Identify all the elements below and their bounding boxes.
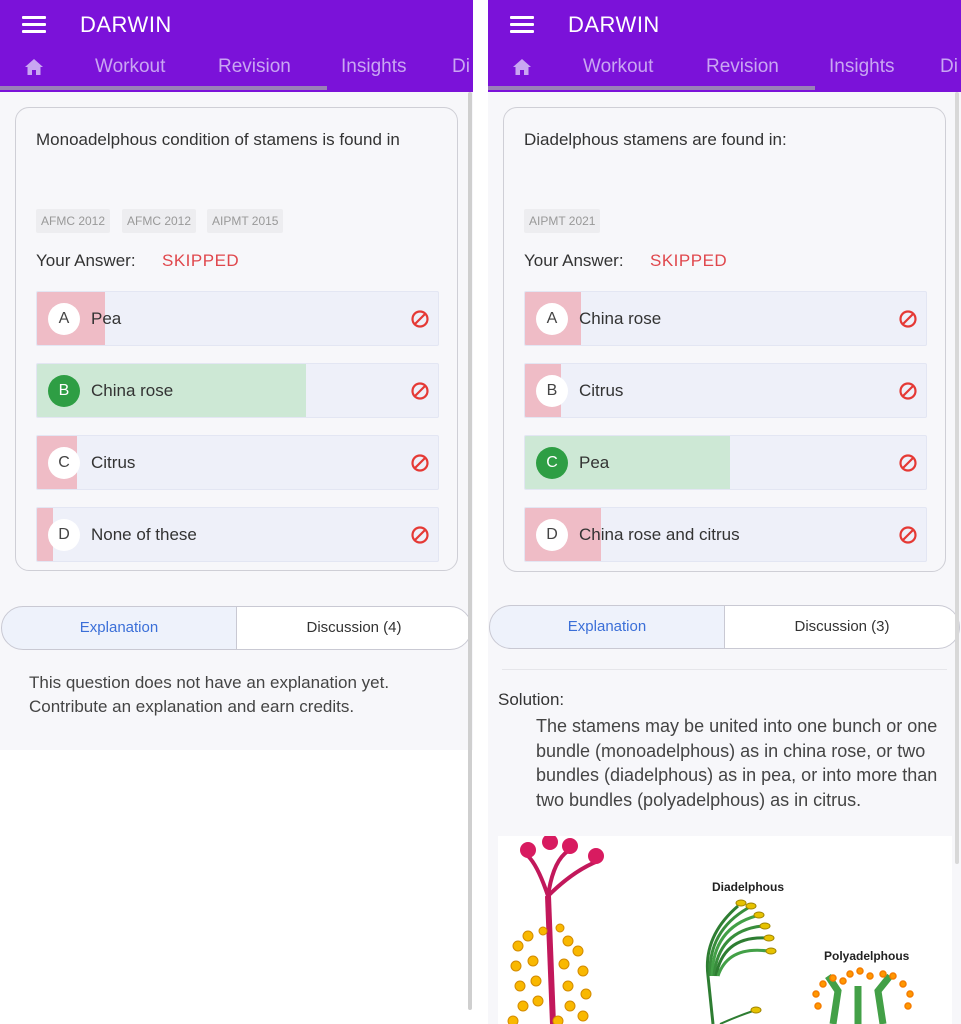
option-d[interactable]: D China rose and citrus [524, 507, 927, 562]
ban-icon [899, 382, 917, 400]
option-letter: A [48, 303, 80, 335]
option-c[interactable]: C Citrus [36, 435, 439, 490]
tab-bar: Workout Revision Insights Di [488, 52, 961, 88]
explanation-text: This question does not have an explanati… [29, 673, 390, 716]
tab-workout[interactable]: Workout [583, 56, 653, 78]
monoadelphous-drawing [507, 836, 604, 1024]
solution-text: The stamens may be united into one bunch… [536, 716, 938, 810]
home-icon[interactable] [24, 58, 44, 76]
option-letter: D [48, 519, 80, 551]
tab-more[interactable]: Di [452, 56, 470, 78]
exam-tag: AFMC 2012 [36, 209, 111, 233]
option-a[interactable]: A China rose [524, 291, 927, 346]
diadelphous-label: Diadelphous [712, 880, 785, 894]
explanation-tab[interactable]: Explanation [489, 605, 725, 649]
tab-indicator [0, 86, 327, 90]
solution-label: Solution: [498, 690, 565, 709]
ban-icon [411, 526, 429, 544]
tab-more[interactable]: Di [940, 56, 958, 78]
ban-icon [899, 526, 917, 544]
app-title: DARWIN [80, 12, 172, 37]
stamen-illustration [507, 836, 914, 1024]
option-letter: A [536, 303, 568, 335]
app-bar: DARWIN Workout Revision Insights Di [488, 0, 961, 92]
right-screen: DARWIN Workout Revision Insights Di Diad… [488, 0, 961, 1024]
option-text: None of these [91, 525, 197, 544]
ban-icon [411, 310, 429, 328]
option-letter: C [48, 447, 80, 479]
option-a[interactable]: A Pea [36, 291, 439, 346]
screen-gap [473, 0, 488, 1024]
polyadelphous-label: Polyadelphous [824, 949, 910, 963]
home-icon[interactable] [512, 58, 532, 76]
option-letter: C [536, 447, 568, 479]
tab-insights[interactable]: Insights [829, 56, 894, 78]
exam-tag: AIPMT 2015 [207, 209, 284, 233]
option-letter: B [48, 375, 80, 407]
your-answer-value: SKIPPED [162, 251, 240, 270]
menu-icon[interactable] [22, 16, 46, 34]
tab-workout[interactable]: Workout [95, 56, 165, 78]
scrollbar[interactable] [468, 92, 472, 1010]
tab-revision[interactable]: Revision [218, 56, 291, 78]
question-card: Monoadelphous condition of stamens is fo… [15, 107, 458, 571]
discussion-tab[interactable]: Discussion (3) [724, 605, 960, 649]
explanation-toggle: Explanation Discussion (4) [0, 606, 473, 650]
ban-icon [899, 310, 917, 328]
ban-icon [411, 382, 429, 400]
menu-icon[interactable] [510, 16, 534, 34]
divider [502, 669, 947, 670]
option-text: Citrus [91, 453, 136, 472]
option-text: China rose and citrus [579, 525, 740, 544]
scrollbar[interactable] [955, 92, 959, 864]
app-title: DARWIN [568, 12, 660, 37]
exam-tag: AFMC 2012 [122, 209, 197, 233]
explanation-toggle: Explanation Discussion (3) [488, 605, 961, 649]
diadelphous-drawing [705, 899, 777, 1024]
question-text: Diadelphous stamens are found in: [524, 130, 787, 149]
left-screen: DARWIN Workout Revision Insights Di Mono… [0, 0, 473, 1024]
polyadelphous-drawing [812, 967, 914, 1024]
option-text: Pea [91, 309, 122, 328]
tab-insights[interactable]: Insights [341, 56, 406, 78]
option-text: China rose [579, 309, 662, 328]
ban-icon [411, 454, 429, 472]
your-answer-value: SKIPPED [650, 251, 728, 270]
tab-bar: Workout Revision Insights Di [0, 52, 473, 88]
option-b[interactable]: B China rose [36, 363, 439, 418]
explanation-tab[interactable]: Explanation [1, 606, 237, 650]
option-c[interactable]: C Pea [524, 435, 927, 490]
option-d[interactable]: D None of these [36, 507, 439, 562]
discussion-tab[interactable]: Discussion (4) [236, 606, 472, 650]
empty-area [0, 750, 473, 1024]
question-card: Diadelphous stamens are found in: AIPMT … [503, 107, 946, 572]
option-text: Pea [579, 453, 610, 472]
your-answer-label: Your Answer: [36, 251, 136, 270]
your-answer-label: Your Answer: [524, 251, 624, 270]
tab-indicator [488, 86, 815, 90]
option-b[interactable]: B Citrus [524, 363, 927, 418]
app-bar: DARWIN Workout Revision Insights Di [0, 0, 473, 92]
option-text: China rose [91, 381, 174, 400]
exam-tag: AIPMT 2021 [524, 209, 601, 233]
option-text: Citrus [579, 381, 624, 400]
question-text: Monoadelphous condition of stamens is fo… [36, 130, 400, 149]
option-letter: B [536, 375, 568, 407]
ban-icon [899, 454, 917, 472]
tab-revision[interactable]: Revision [706, 56, 779, 78]
option-letter: D [536, 519, 568, 551]
stamen-figure: Diadelphous Polyadelphous [498, 836, 952, 1024]
